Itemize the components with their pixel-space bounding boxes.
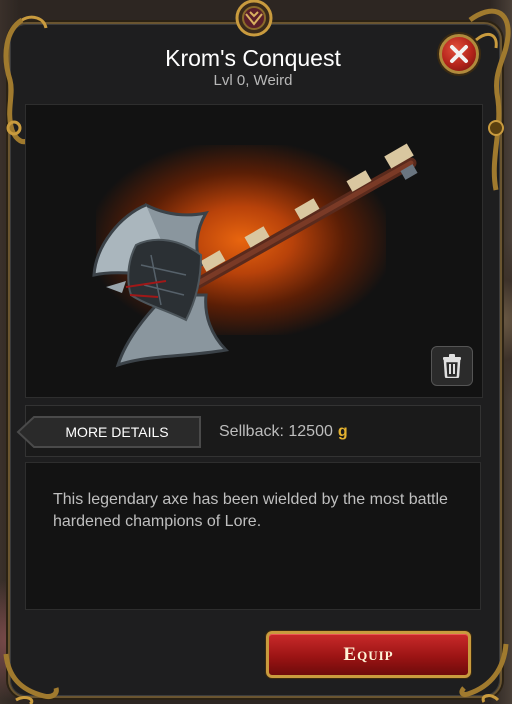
equip-label: Equip — [343, 643, 394, 665]
delete-item-button[interactable] — [431, 346, 473, 386]
more-details-label: MORE DETAILS — [65, 424, 169, 440]
panel-header: Krom's Conquest Lvl 0, Weird — [8, 30, 498, 100]
axe-image — [92, 143, 418, 368]
sellback-value: Sellback: 12500 g — [219, 422, 348, 442]
item-description: This legendary axe has been wielded by t… — [53, 491, 448, 530]
close-icon — [450, 45, 468, 63]
gold-currency-symbol: g — [337, 423, 348, 440]
more-details-button[interactable]: MORE DETAILS — [16, 416, 202, 448]
close-button[interactable] — [439, 34, 479, 74]
item-description-box — [25, 462, 481, 610]
sellback-label: Sellback: 12500 — [219, 423, 333, 440]
trash-icon — [443, 354, 461, 378]
equip-button[interactable]: Equip — [266, 631, 471, 678]
frame-ornament-bottom-left — [3, 653, 59, 704]
item-level-type: Lvl 0, Weird — [213, 72, 293, 89]
item-title: Krom's Conquest — [165, 45, 341, 71]
item-preview-area — [25, 104, 483, 398]
